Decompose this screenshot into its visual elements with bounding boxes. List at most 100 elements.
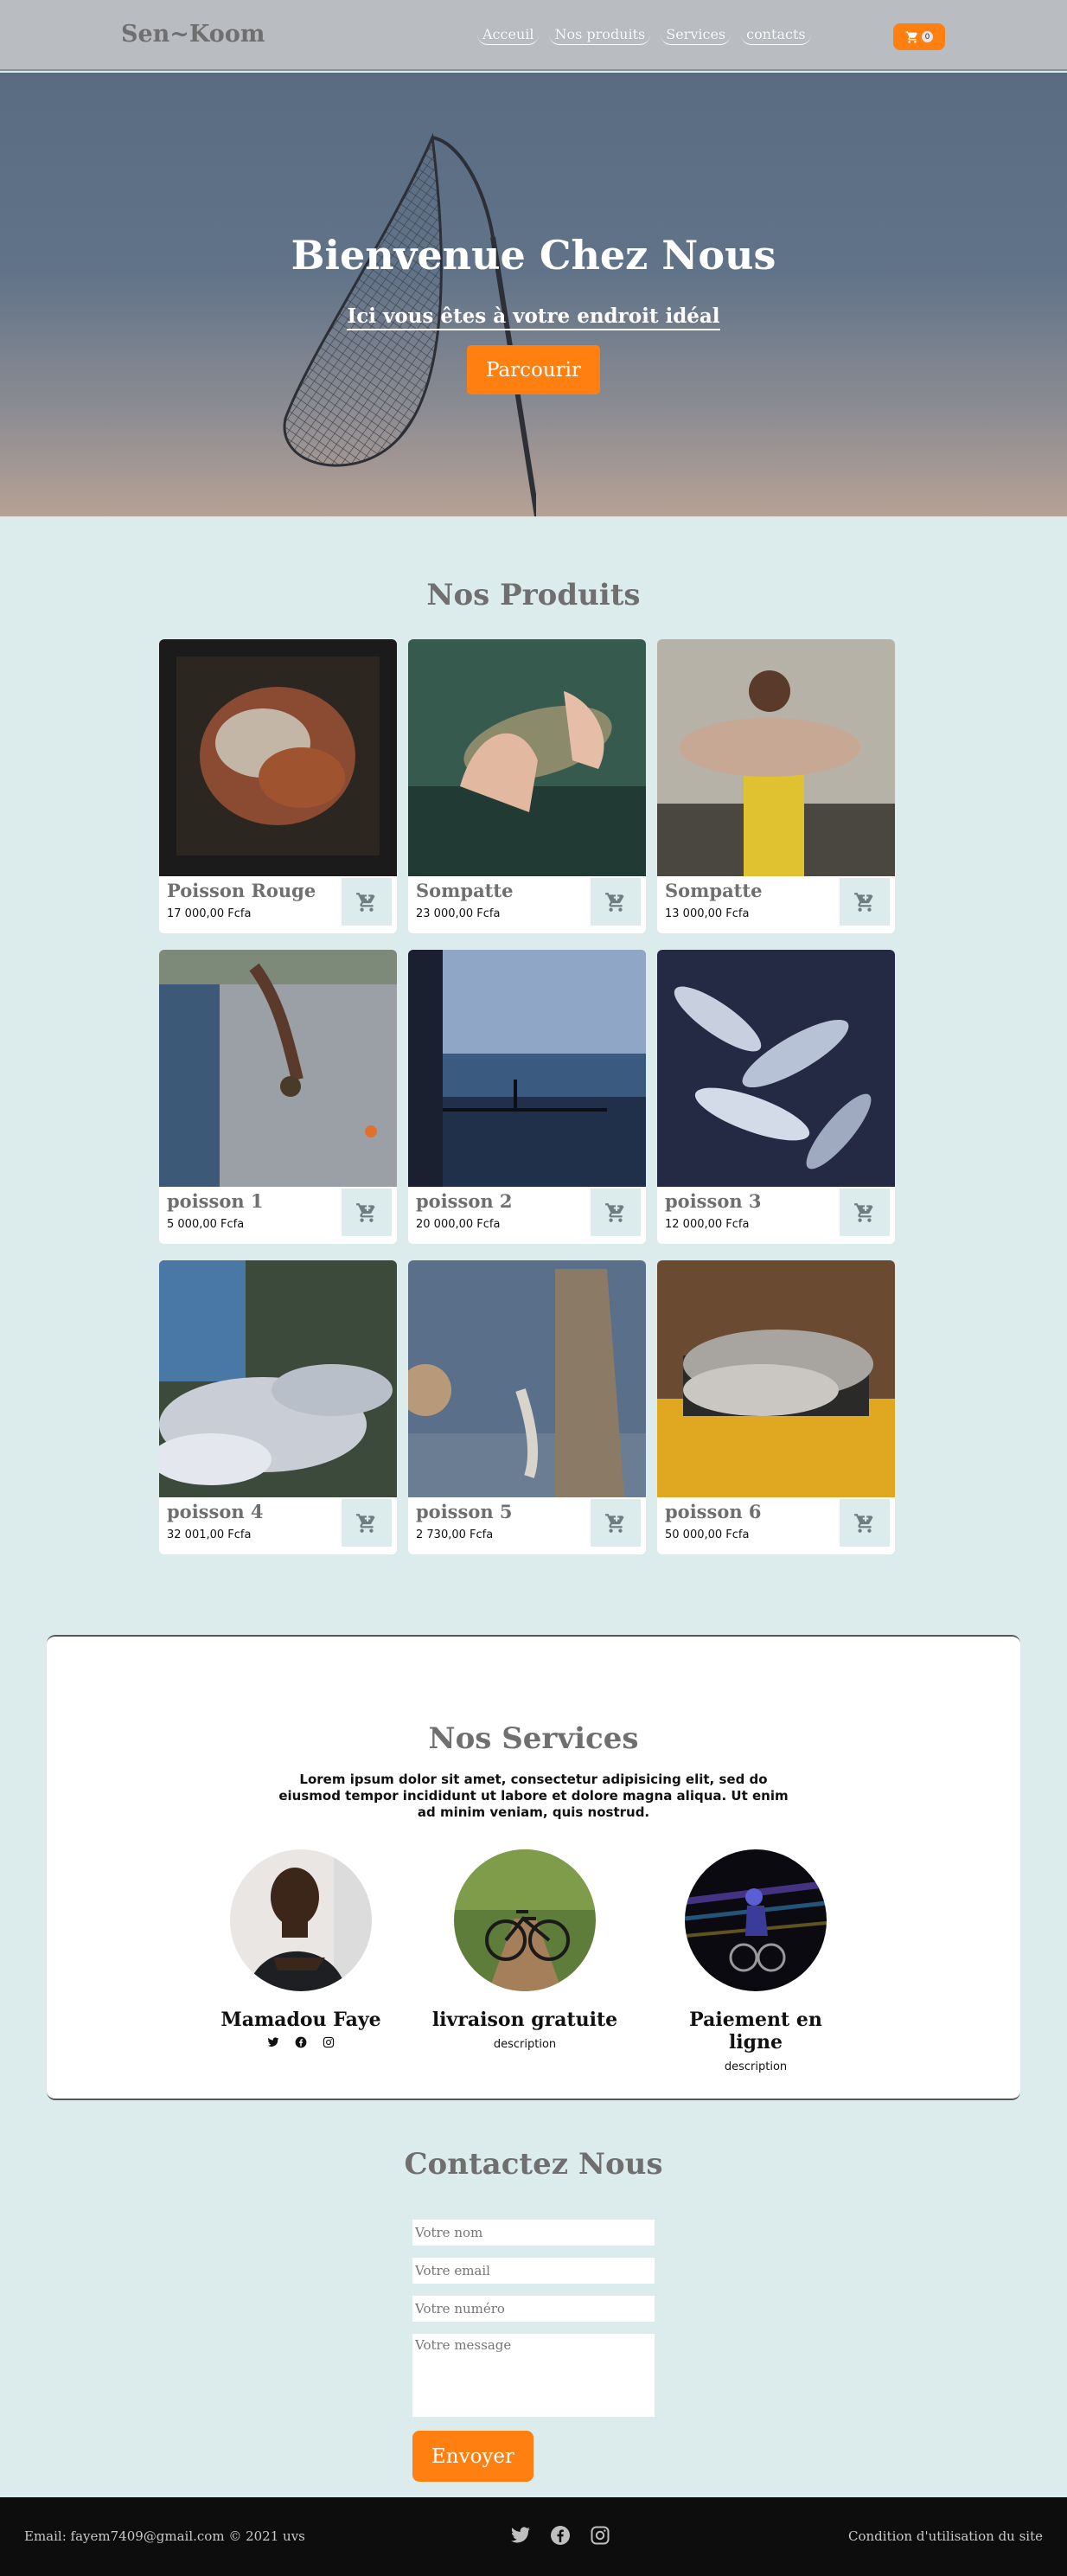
- bicycle-image: [454, 1849, 596, 1991]
- cart-plus-icon: [853, 1201, 876, 1224]
- cart-plus-icon: [853, 891, 876, 913]
- product-price: 50 000,00 Fcfa: [665, 1528, 750, 1541]
- cart-button[interactable]: 0: [893, 23, 945, 50]
- add-to-cart-button[interactable]: [840, 878, 890, 926]
- product-price: 32 001,00 Fcfa: [167, 1528, 252, 1541]
- service-item-online-payment: Paiement en ligne description: [661, 1849, 851, 2073]
- product-name: poisson 1: [167, 1190, 264, 1212]
- main-nav: Acceuil Nos produits Services contacts: [477, 24, 811, 45]
- avatar: [230, 1849, 372, 1991]
- facebook-icon[interactable]: [550, 2525, 571, 2546]
- footer-contact-email: Email: fayem7409@gmail.com © 2021 uvs: [24, 2528, 305, 2544]
- product-card[interactable]: poisson 5 2 730,00 Fcfa: [408, 1260, 646, 1554]
- product-image[interactable]: [408, 639, 646, 876]
- product-price: 5 000,00 Fcfa: [167, 1218, 245, 1231]
- terms-link[interactable]: Condition d'utilisation du site: [848, 2528, 1043, 2544]
- product-image[interactable]: [657, 639, 895, 876]
- social-links: [206, 2036, 396, 2048]
- hero-subtitle: Ici vous êtes à votre endroit idéal: [0, 304, 1067, 330]
- service-name: Paiement en ligne: [689, 2009, 822, 2054]
- twitter-icon[interactable]: [510, 2525, 531, 2546]
- nav-item-acceuil[interactable]: Acceuil: [477, 24, 540, 45]
- add-to-cart-button[interactable]: [342, 1499, 392, 1547]
- product-image[interactable]: [159, 1260, 397, 1497]
- product-name: poisson 4: [167, 1501, 264, 1522]
- site-header: Sen~Koom Acceuil Nos produits Services c…: [0, 0, 1067, 71]
- product-price: 2 730,00 Fcfa: [416, 1528, 494, 1541]
- product-card[interactable]: Sompatte 13 000,00 Fcfa: [657, 639, 895, 933]
- product-name: Sompatte: [416, 880, 514, 901]
- send-button[interactable]: Envoyer: [412, 2431, 534, 2482]
- browse-button[interactable]: Parcourir: [467, 345, 600, 394]
- product-name: Poisson Rouge: [167, 880, 316, 901]
- product-card[interactable]: poisson 2 20 000,00 Fcfa: [408, 950, 646, 1244]
- instagram-icon[interactable]: [323, 2036, 335, 2048]
- add-to-cart-button[interactable]: [591, 878, 641, 926]
- product-price: 17 000,00 Fcfa: [167, 907, 252, 920]
- product-image[interactable]: [159, 639, 397, 876]
- cart-plus-icon: [853, 1512, 876, 1535]
- service-name: livraison gratuite: [431, 2009, 618, 2031]
- product-name: poisson 6: [665, 1501, 762, 1522]
- service-description: description: [724, 2060, 788, 2073]
- add-to-cart-button[interactable]: [591, 1189, 641, 1236]
- product-image[interactable]: [408, 950, 646, 1187]
- services-description: Lorem ipsum dolor sit amet, consectetur …: [278, 1772, 789, 1820]
- instagram-icon[interactable]: [590, 2525, 610, 2546]
- add-to-cart-button[interactable]: [591, 1499, 641, 1547]
- cart-plus-icon: [355, 1201, 378, 1224]
- cart-plus-icon: [355, 891, 378, 913]
- product-name: poisson 2: [416, 1190, 513, 1212]
- product-name: Sompatte: [665, 880, 763, 901]
- product-card[interactable]: poisson 6 50 000,00 Fcfa: [657, 1260, 895, 1554]
- cart-plus-icon: [604, 1201, 627, 1224]
- nav-item-contacts[interactable]: contacts: [741, 24, 811, 45]
- product-image[interactable]: [657, 1260, 895, 1497]
- nav-item-services[interactable]: Services: [661, 24, 732, 45]
- product-card[interactable]: poisson 4 32 001,00 Fcfa: [159, 1260, 397, 1554]
- footer-social-links: [510, 2525, 610, 2546]
- facebook-icon[interactable]: [295, 2036, 307, 2048]
- night-cyclist-image: [685, 1849, 827, 1991]
- service-name: Mamadou Faye: [220, 2009, 381, 2031]
- email-field[interactable]: [412, 2258, 655, 2284]
- hero-title: Bienvenue Chez Nous: [291, 232, 776, 279]
- services-title: Nos Services: [428, 1721, 639, 1756]
- product-card[interactable]: Sompatte 23 000,00 Fcfa: [408, 639, 646, 933]
- brand-logo[interactable]: Sen~Koom: [121, 21, 265, 48]
- products-title: Nos Produits: [426, 578, 641, 612]
- add-to-cart-button[interactable]: [342, 878, 392, 926]
- service-description: description: [493, 2038, 557, 2051]
- add-to-cart-button[interactable]: [840, 1499, 890, 1547]
- product-price: 23 000,00 Fcfa: [416, 907, 501, 920]
- cart-plus-icon: [604, 1512, 627, 1535]
- product-card[interactable]: poisson 1 5 000,00 Fcfa: [159, 950, 397, 1244]
- contact-title: Contactez Nous: [404, 2147, 663, 2182]
- cart-plus-icon: [355, 1512, 378, 1535]
- service-item-free-delivery: livraison gratuite description: [430, 1849, 620, 2051]
- product-image[interactable]: [159, 950, 397, 1187]
- add-to-cart-button[interactable]: [342, 1189, 392, 1236]
- product-price: 12 000,00 Fcfa: [665, 1218, 750, 1231]
- product-price: 20 000,00 Fcfa: [416, 1218, 501, 1231]
- hero-banner: Bienvenue Chez Nous Ici vous êtes à votr…: [0, 73, 1067, 516]
- phone-field[interactable]: [412, 2296, 655, 2322]
- product-image[interactable]: [657, 950, 895, 1187]
- product-name: poisson 3: [665, 1190, 762, 1212]
- product-card[interactable]: Poisson Rouge 17 000,00 Fcfa: [159, 639, 397, 933]
- service-item-mamadou-faye: Mamadou Faye: [206, 1849, 396, 2048]
- product-name: poisson 5: [416, 1501, 513, 1522]
- site-footer: Email: fayem7409@gmail.com © 2021 uvs Co…: [0, 2497, 1067, 2576]
- product-price: 13 000,00 Fcfa: [665, 907, 750, 920]
- message-field[interactable]: [412, 2334, 655, 2417]
- name-field[interactable]: [412, 2220, 655, 2246]
- nav-item-nos-produits[interactable]: Nos produits: [549, 24, 651, 45]
- twitter-icon[interactable]: [267, 2036, 279, 2048]
- add-to-cart-button[interactable]: [840, 1189, 890, 1236]
- cart-plus-icon: [604, 891, 627, 913]
- cart-icon: [905, 30, 917, 43]
- services-card: Nos Services Lorem ipsum dolor sit amet,…: [47, 1635, 1020, 2100]
- product-card[interactable]: poisson 3 12 000,00 Fcfa: [657, 950, 895, 1244]
- product-image[interactable]: [408, 1260, 646, 1497]
- cart-count-badge: 0: [922, 31, 933, 42]
